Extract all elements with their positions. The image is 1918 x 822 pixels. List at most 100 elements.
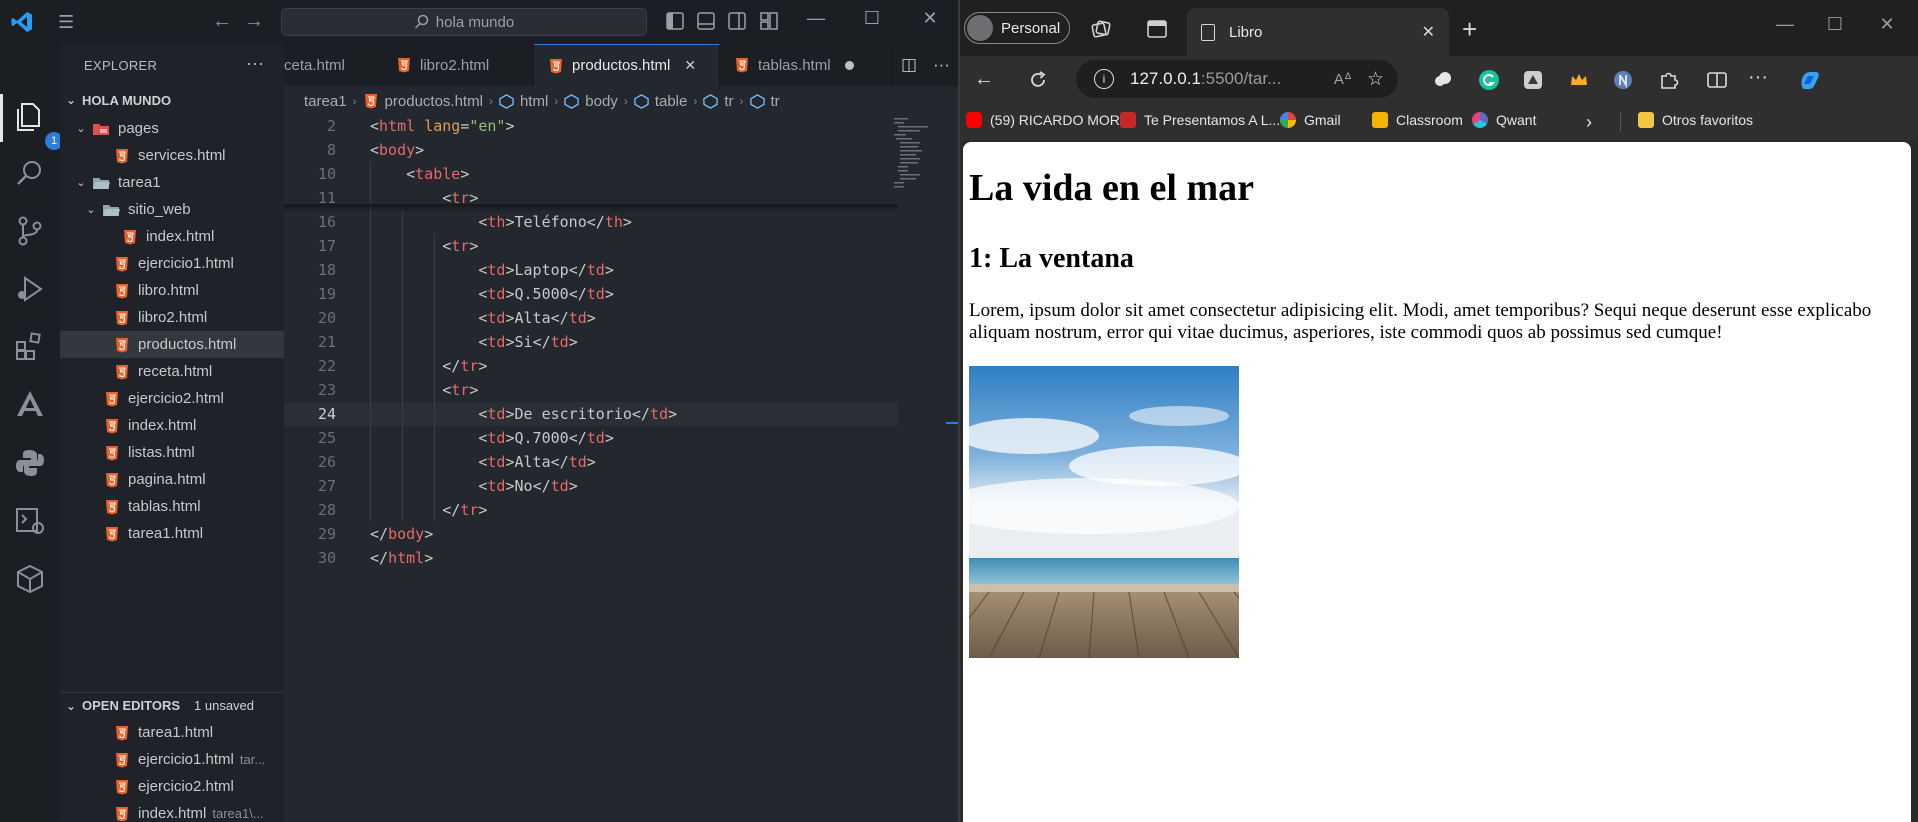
crown-extension-icon[interactable] [1568,69,1590,91]
code-line[interactable]: 22 </tr> [284,354,898,378]
open-editor-item[interactable]: tarea1.html [60,719,284,746]
menu-icon[interactable]: ☰ [58,12,74,33]
tab-tablas[interactable]: tablas.html [720,44,892,86]
customize-layout-icon[interactable] [760,11,778,31]
favorite-star-icon[interactable]: ☆ [1367,68,1384,91]
profile-button[interactable]: Personal [964,12,1070,44]
workspaces-icon[interactable] [1090,18,1112,40]
extension-cloud-icon[interactable] [1432,69,1454,91]
close-window-icon[interactable]: ✕ [1864,14,1910,35]
breadcrumb-item[interactable]: body [585,93,618,110]
split-editor-icon[interactable]: ◫ [901,55,917,75]
tree-file-index[interactable]: index.html [60,412,284,439]
browser-tab-active[interactable]: Libro ✕ [1187,8,1449,56]
close-tab-icon[interactable]: ✕ [1422,22,1435,42]
breadcrumb-item[interactable]: tr [724,93,733,110]
tree-file-libro2[interactable]: libro2.html [60,304,284,331]
tree-file-listas[interactable]: listas.html [60,439,284,466]
extension-circle-icon[interactable] [1612,69,1634,91]
code-line[interactable]: 23 <tr> [284,378,898,402]
extensions-puzzle-icon[interactable] [1658,69,1680,91]
minimize-icon[interactable]: — [796,8,836,29]
tree-folder-tarea1[interactable]: ⌄ tarea1 [60,169,284,196]
code-line[interactable]: 28 </tr> [284,498,898,522]
minimize-icon[interactable]: — [1762,14,1808,35]
tree-file-receta[interactable]: receta.html [60,358,284,385]
address-bar[interactable]: i 127.0.0.1 :5500/tar... Aᐞ ☆ [1076,60,1398,98]
code-line[interactable]: 21 <td>Si</td> [284,330,898,354]
bookmark-item[interactable]: (59) RICARDO MOR... [966,112,1132,128]
tree-file-productos[interactable]: productos.html [60,331,284,358]
breadcrumb-item[interactable]: html [520,93,548,110]
tab-productos[interactable]: productos.html ✕ [534,44,720,86]
code-line[interactable]: 25 <td>Q.7000</td> [284,426,898,450]
bookmark-item[interactable]: Qwant [1472,112,1536,128]
code-line[interactable]: 18 <td>Laptop</td> [284,258,898,282]
bookmark-item[interactable]: Te Presentamos A L... [1120,112,1280,128]
explorer-icon[interactable]: 1 [13,100,63,150]
bookmark-item[interactable]: Classroom [1372,112,1463,128]
code-line[interactable]: 30 </html> [284,546,898,570]
open-editor-item[interactable]: ejercicio2.html [60,773,284,800]
tree-file-ejercicio2[interactable]: ejercicio2.html [60,385,284,412]
unsaved-dot-icon[interactable] [844,60,854,70]
tree-file-pagina[interactable]: pagina.html [60,466,284,493]
minimap[interactable] [890,114,950,234]
command-center-search[interactable]: hola mundo [281,8,647,36]
containers-icon[interactable] [13,562,47,596]
code-line[interactable]: 2 <html lang="en"> [284,114,898,138]
open-editors-header[interactable]: ⌄ OPEN EDITORS 1 unsaved [60,692,284,718]
refresh-icon[interactable] [1028,70,1048,90]
tree-file-tablas[interactable]: tablas.html [60,493,284,520]
code-line[interactable]: 20 <td>Alta</td> [284,306,898,330]
code-line[interactable]: 16 <th>Teléfono</th> [284,210,898,234]
remote-explorer-icon[interactable] [13,504,47,538]
tree-folder-sitio-web[interactable]: ⌄ sitio_web [60,196,284,223]
tree-folder-pages[interactable]: ⌄ pages [60,115,284,142]
open-editor-item[interactable]: ejercicio1.html tar... [60,746,284,773]
read-aloud-icon[interactable]: Aᐞ [1334,70,1352,88]
grammarly-icon[interactable] [1478,69,1500,91]
more-actions-icon[interactable]: ··· [246,53,264,74]
forward-arrow-icon[interactable]: → [244,10,264,33]
tree-file-tarea1[interactable]: tarea1.html [60,520,284,547]
back-arrow-icon[interactable]: ← [212,10,232,33]
code-line[interactable]: 8 <body> [284,138,898,162]
other-favorites-folder[interactable]: Otros favoritos [1638,112,1753,128]
toggle-primary-sidebar-icon[interactable] [666,11,684,31]
angular-icon[interactable] [13,388,47,422]
code-line[interactable]: 19 <td>Q.5000</td> [284,282,898,306]
bookmark-item[interactable]: Gmail [1280,112,1341,128]
breadcrumb-item[interactable]: tarea1 [304,93,347,110]
tab-actions-icon[interactable] [1146,18,1168,40]
breadcrumb-item[interactable]: table [655,93,688,110]
code-line[interactable]: 17 <tr> [284,234,898,258]
maximize-icon[interactable]: ☐ [852,8,892,29]
code-line[interactable]: 27 <td>No</td> [284,474,898,498]
close-window-icon[interactable]: ✕ [910,8,950,29]
copilot-icon[interactable] [1796,66,1824,94]
open-editor-item[interactable]: index.html tarea1\... [60,800,284,822]
toggle-panel-icon[interactable] [697,11,715,31]
tab-receta[interactable]: ceta.html [284,44,382,86]
tree-file-index-sitio[interactable]: index.html [60,223,284,250]
editor-more-actions-icon[interactable]: ··· [933,55,950,75]
code-line[interactable]: 10 <table> [284,162,898,186]
python-icon[interactable] [13,446,47,480]
settings-more-icon[interactable]: ··· [1748,66,1768,89]
run-debug-icon[interactable] [13,272,47,306]
breadcrumb-item[interactable]: productos.html [385,93,483,110]
maximize-icon[interactable]: ☐ [1812,14,1858,35]
code-line[interactable]: 29 </body> [284,522,898,546]
extensions-icon[interactable] [13,330,47,364]
code-line[interactable]: 26 <td>Alta</td> [284,450,898,474]
chevron-right-icon[interactable]: › [1586,112,1592,133]
back-arrow-icon[interactable]: ← [974,68,994,91]
toggle-secondary-sidebar-icon[interactable] [728,11,746,31]
breadcrumb-item[interactable]: tr [771,93,780,110]
site-info-icon[interactable]: i [1094,69,1114,89]
tree-file-ejercicio1[interactable]: ejercicio1.html [60,250,284,277]
tree-file-libro[interactable]: libro.html [60,277,284,304]
tree-file-services[interactable]: services.html [60,142,284,169]
source-control-icon[interactable] [13,214,47,248]
